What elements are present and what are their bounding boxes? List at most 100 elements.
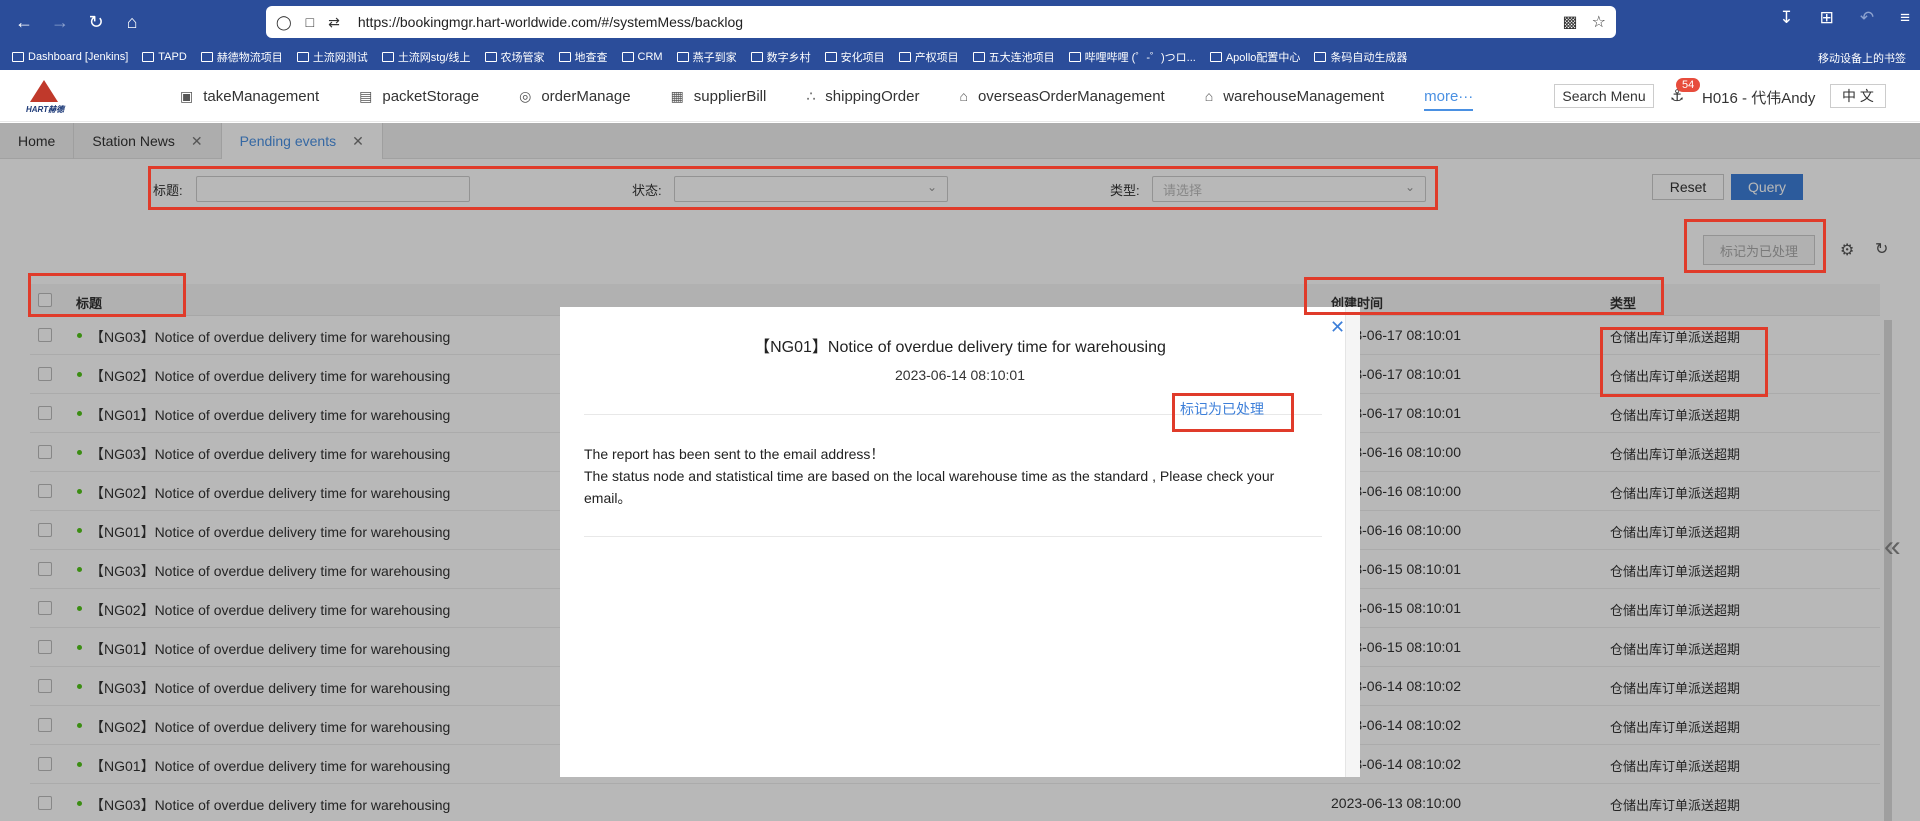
folder-icon	[621, 52, 634, 62]
close-icon[interactable]: ✕	[1330, 317, 1345, 338]
folder-icon	[1314, 52, 1327, 62]
nav-item-packetStorage[interactable]: ▤ packetStorage	[359, 88, 479, 105]
mobile-bookmarks[interactable]: 移动设备上的书签	[1818, 50, 1906, 66]
folder-icon	[558, 52, 571, 62]
modal-date: 2023-06-14 08:10:01	[895, 367, 1025, 383]
event-detail-modal: 【NG01】Notice of overdue delivery time fo…	[560, 307, 1360, 777]
url-text: https://bookingmgr.hart-worldwide.com/#/…	[357, 14, 744, 30]
bookmark-label: 土流网stg/线上	[397, 52, 471, 64]
modal-scrollbar[interactable]	[1345, 307, 1360, 777]
nav-item-label: orderManage	[541, 87, 631, 105]
bookmark-label: 哔哩哔哩 (゜-゜)つロ...	[1084, 52, 1196, 64]
nav-more[interactable]: more···	[1424, 88, 1474, 111]
bookmark-item[interactable]: 条码自动生成器	[1314, 49, 1407, 65]
bookmark-label: TAPD	[158, 51, 187, 63]
nav-item-shippingOrder[interactable]: ∴ shippingOrder	[806, 88, 919, 105]
app-header: HART赫德 ▣ takeManagement ▤ packetStorage ◎ ord…	[0, 70, 1920, 122]
bookmark-item[interactable]: 农场管家	[484, 49, 545, 65]
bookmark-item[interactable]: 土流网测试	[296, 49, 368, 65]
folder-icon	[824, 52, 837, 62]
nav-item-warehouseManagement[interactable]: ⌂ warehouseManagement	[1205, 88, 1384, 105]
undo-icon[interactable]: ↶	[1860, 8, 1874, 28]
main-nav: ▣ takeManagement ▤ packetStorage ◎ orderManag…	[180, 70, 1513, 122]
bookmark-label: 产权项目	[914, 52, 959, 64]
bookmark-item[interactable]: 哔哩哔哩 (゜-゜)つロ...	[1068, 49, 1196, 65]
annotation-title-column	[28, 273, 186, 317]
annotation-modal-mark	[1172, 393, 1294, 432]
logo[interactable]: HART赫德	[22, 80, 66, 114]
folder-icon	[381, 52, 394, 62]
nav-item-supplierBill[interactable]: ▦ supplierBill	[671, 88, 767, 105]
bookmark-item[interactable]: 燕子到家	[676, 49, 737, 65]
folder-icon	[676, 52, 689, 62]
bookmark-item[interactable]: 土流网stg/线上	[381, 49, 471, 65]
search-menu-button[interactable]: Search Menu	[1554, 84, 1654, 108]
user-name[interactable]: H016 - 代伟Andy	[1702, 87, 1815, 108]
nav-item-overseasOrderManagement[interactable]: ⌂ overseasOrderManagement	[959, 88, 1164, 105]
nav-item-orderManage[interactable]: ◎ orderManage	[519, 88, 630, 105]
annotation-type-cells	[1600, 327, 1768, 397]
bookmark-label: 农场管家	[500, 52, 545, 64]
bookmark-label: 五大连池项目	[988, 52, 1055, 64]
bookmark-label: 数字乡村	[766, 52, 811, 64]
modal-divider	[584, 536, 1322, 537]
reload-icon[interactable]: ↻	[80, 6, 112, 38]
bookmark-label: 赫德物流项目	[216, 52, 283, 64]
crop-icon[interactable]: ⊞	[1820, 8, 1834, 28]
shield-icon: ◯	[276, 13, 292, 30]
lock-icon: □	[305, 14, 315, 30]
bookmark-item[interactable]: 地查查	[558, 49, 608, 65]
modal-body: The report has been sent to the email ad…	[584, 443, 1324, 509]
bookmark-item[interactable]: Apollo配置中心	[1209, 49, 1301, 65]
home-icon[interactable]: ⌂	[116, 6, 148, 38]
bill-icon: ▦	[670, 87, 684, 104]
nav-item-takeManagement[interactable]: ▣ takeManagement	[180, 88, 319, 105]
folder-icon	[200, 52, 213, 62]
annotation-filter-bar	[148, 166, 1438, 210]
menu-icon[interactable]: ≡	[1900, 8, 1910, 28]
folder-icon	[750, 52, 763, 62]
nav-item-label: warehouseManagement	[1223, 87, 1385, 105]
bookmark-label: 条码自动生成器	[1330, 52, 1408, 64]
modal-body-line-1: The report has been sent to the email ad…	[584, 446, 885, 462]
folder-icon	[142, 52, 155, 62]
folder-icon	[972, 52, 985, 62]
bookmark-item[interactable]: 安化项目	[824, 49, 885, 65]
bookmark-item[interactable]: CRM	[621, 51, 663, 63]
folder-icon	[898, 52, 911, 62]
annotation-mark-button	[1684, 219, 1826, 273]
bookmark-label: Dashboard [Jenkins]	[28, 51, 129, 63]
modal-title: 【NG01】Notice of overdue delivery time fo…	[754, 339, 1166, 356]
download-icon[interactable]: ↧	[1779, 8, 1793, 28]
bookmark-label: 地查查	[574, 52, 608, 64]
bookmark-item[interactable]: Dashboard [Jenkins]	[12, 51, 128, 63]
qr-code-icon[interactable]: ▩	[1563, 12, 1578, 32]
network-icon: ∴	[806, 87, 816, 104]
bookmark-item[interactable]: 数字乡村	[750, 49, 811, 65]
nav-item-label: shippingOrder	[825, 87, 920, 105]
globe-icon: ◎	[519, 87, 532, 104]
forward-icon[interactable]: →	[44, 6, 76, 38]
car-icon: ▣	[180, 87, 194, 104]
bookmark-label: 安化项目	[840, 52, 885, 64]
bookmark-item[interactable]: 五大连池项目	[972, 49, 1055, 65]
nav-item-label: packetStorage	[382, 87, 480, 105]
bookmark-item[interactable]: 赫德物流项目	[200, 49, 283, 65]
back-icon[interactable]: ←	[8, 6, 40, 38]
bookmark-star-icon[interactable]: ☆	[1592, 12, 1606, 32]
bookmarks-bar: Dashboard [Jenkins] TAPD 赫德物流项目 土流网测试 土流网stg…	[0, 44, 1920, 70]
folder-icon	[484, 52, 497, 62]
language-switch[interactable]: 中 文	[1830, 84, 1886, 108]
bookmark-item[interactable]: TAPD	[142, 51, 187, 63]
folder-icon	[12, 52, 24, 62]
notification-badge: 54	[1676, 78, 1701, 92]
folder-icon	[1068, 52, 1081, 62]
bookmark-label: 土流网测试	[312, 52, 368, 64]
url-bar[interactable]: ◯ □ ⇄ https://bookingmgr.hart-worldwide.…	[266, 6, 1616, 38]
annotation-created-type-columns	[1304, 277, 1664, 315]
home-icon: ⌂	[1204, 88, 1214, 104]
bookmark-item[interactable]: 产权项目	[898, 49, 959, 65]
nav-item-label: takeManagement	[203, 87, 320, 105]
folder-icon	[1209, 52, 1222, 62]
bookmark-label: Apollo配置中心	[1225, 52, 1301, 64]
